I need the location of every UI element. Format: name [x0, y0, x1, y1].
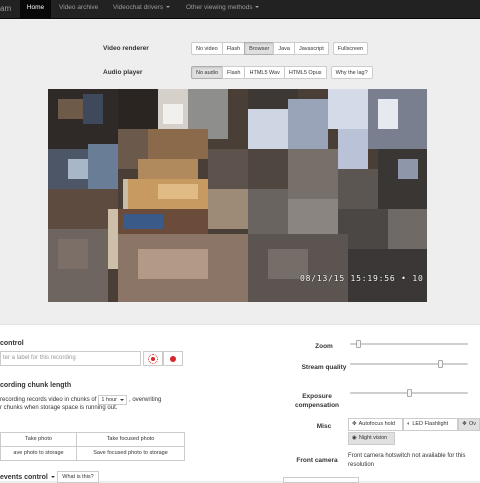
- nav-video-archive[interactable]: Video archive: [59, 0, 98, 18]
- chevron-down-icon: [120, 398, 124, 401]
- save-photo-button[interactable]: ave photo to storage: [0, 446, 77, 461]
- recording-label-input[interactable]: ter a label for this recording: [0, 351, 141, 366]
- viewer-panel: Video renderer No video Flash Browser Ja…: [0, 19, 480, 324]
- video-renderer-label: Video renderer: [103, 45, 149, 52]
- video-timestamp: 08/13/15 15:19:56 • 10: [300, 274, 424, 283]
- video-stream[interactable]: 08/13/15 15:19:56 • 10: [48, 89, 427, 302]
- nav-other-label: Other viewing methods: [186, 4, 253, 11]
- chevron-down-icon: [50, 476, 55, 479]
- chunk-description-line2: r chunks when storage space is running o…: [0, 405, 118, 411]
- nav-home[interactable]: Home: [20, 0, 51, 18]
- lightbulb-icon: ◐: [407, 421, 411, 427]
- led-label: LED Flashlight: [412, 421, 449, 427]
- video-frame-image: [48, 89, 427, 302]
- nav-videochat-drivers[interactable]: Videochat drivers: [113, 0, 171, 18]
- front-camera-note-line1: Front camera hotswitch not available for…: [348, 453, 466, 459]
- chevron-down-icon: [255, 6, 260, 9]
- misc-label: Misc: [316, 423, 332, 430]
- autofocus-label: Autofocus hold: [358, 421, 395, 427]
- record-burst-button[interactable]: [143, 351, 163, 366]
- events-help-button[interactable]: What is this?: [57, 471, 99, 483]
- zoom-slider-handle[interactable]: [356, 340, 361, 348]
- autofocus-hold-button[interactable]: ✥ Autofocus hold: [348, 418, 403, 431]
- chevron-down-icon: [166, 6, 171, 9]
- eye-icon: ◉: [352, 435, 357, 441]
- info-icon: ❖: [462, 421, 467, 427]
- record-icon: [170, 356, 176, 362]
- chunk-length-select[interactable]: 1 hour: [98, 395, 127, 405]
- audio-player-label: Audio player: [103, 69, 143, 76]
- night-vision-label: Night vision: [358, 435, 388, 441]
- front-camera-note-line2: resolution: [348, 462, 375, 468]
- exposure-slider-handle[interactable]: [407, 389, 412, 397]
- audio-html5-opus[interactable]: HTML5 Opus: [283, 66, 327, 79]
- renderer-javascript[interactable]: Javascript: [293, 42, 329, 55]
- record-dot-icon: [151, 357, 155, 361]
- chunk-length-title: cording chunk length: [0, 382, 72, 389]
- crosshair-icon: ✥: [352, 421, 357, 427]
- navbar: am Home Video archive Videochat drivers …: [0, 0, 480, 19]
- audio-flash[interactable]: Flash: [222, 66, 246, 79]
- controls-panel: control ter a label for this recording c…: [0, 324, 480, 483]
- audio-html5-wav[interactable]: HTML5 Wav: [244, 66, 285, 79]
- night-vision-button[interactable]: ◉ Night vision: [348, 432, 395, 445]
- led-flashlight-button[interactable]: ◐ LED Flashlight: [403, 418, 458, 431]
- nav-other-viewing[interactable]: Other viewing methods: [186, 0, 260, 18]
- renderer-no-video[interactable]: No video: [191, 42, 223, 55]
- zoom-label: Zoom: [315, 343, 333, 350]
- chunk-description-line1: recording records video in chunks of 1 ho…: [0, 395, 161, 405]
- nav-videochat-label: Videochat drivers: [113, 4, 164, 11]
- quality-slider-handle[interactable]: [437, 360, 443, 368]
- recording-control-title: control: [0, 340, 24, 347]
- save-focused-photo-button[interactable]: Save focused photo to storage: [76, 446, 185, 461]
- renderer-java[interactable]: Java: [273, 42, 295, 55]
- audio-player-group: No audio Flash HTML5 Wav HTML5 Opus Why …: [191, 66, 373, 79]
- record-button[interactable]: [163, 351, 183, 366]
- brand-logo[interactable]: am: [0, 4, 11, 13]
- front-camera-button[interactable]: [283, 477, 359, 483]
- front-camera-label: Front camera: [296, 457, 338, 464]
- zoom-slider[interactable]: [350, 340, 468, 348]
- quality-slider[interactable]: [350, 360, 468, 368]
- chunk-text-pre: recording records video in chunks of: [0, 397, 97, 403]
- audio-no-audio[interactable]: No audio: [191, 66, 224, 79]
- chunk-text-post: , overwriting: [129, 397, 162, 403]
- take-photo-button[interactable]: Take photo: [0, 432, 77, 447]
- stream-quality-label: Stream quality: [301, 364, 347, 371]
- renderer-fullscreen[interactable]: Fullscreen: [332, 42, 369, 55]
- renderer-flash[interactable]: Flash: [221, 42, 246, 55]
- overlay-button[interactable]: ❖ Ov: [458, 418, 480, 431]
- why-the-lag-button[interactable]: Why the lag?: [330, 66, 373, 79]
- exposure-label: Exposure compensation: [294, 393, 340, 409]
- video-renderer-group: No video Flash Browser Java Javascript F…: [191, 42, 369, 55]
- overlay-label: Ov: [468, 421, 476, 427]
- exposure-slider[interactable]: [350, 389, 468, 397]
- take-focused-photo-button[interactable]: Take focused photo: [76, 432, 185, 447]
- chunk-length-value: 1 hour: [101, 397, 117, 403]
- renderer-browser[interactable]: Browser: [244, 42, 275, 55]
